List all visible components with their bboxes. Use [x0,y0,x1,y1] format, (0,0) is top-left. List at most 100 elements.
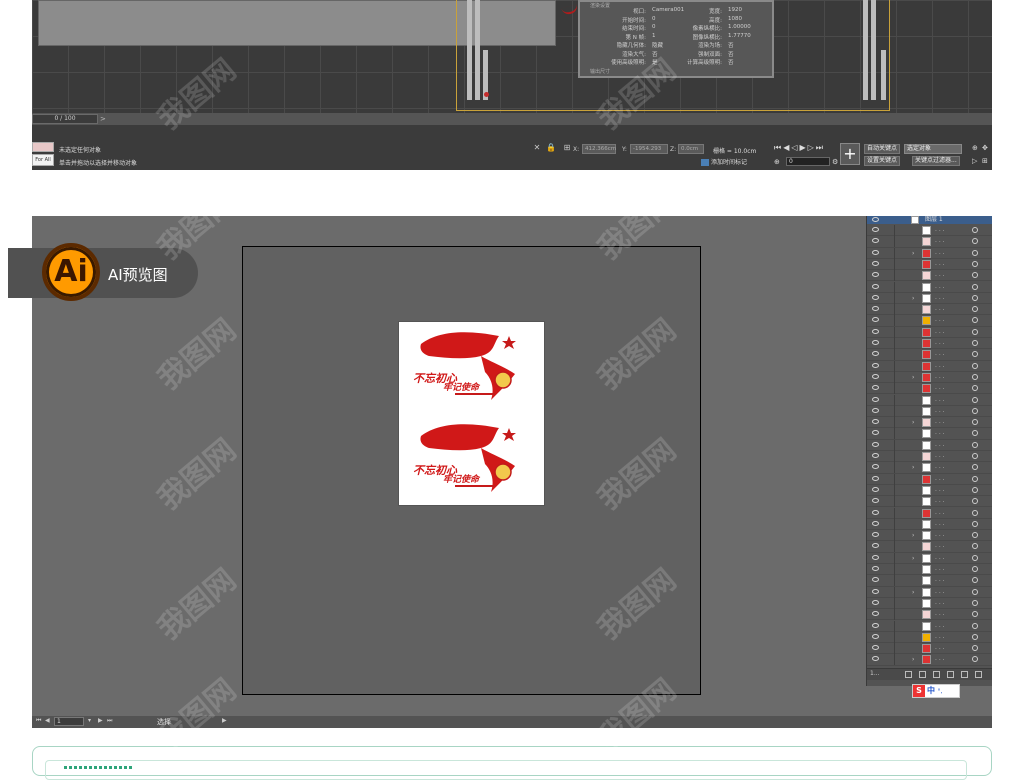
sublayer-row[interactable]: . . . [867,349,992,361]
ime-toolbar[interactable]: S中 °, [912,684,960,698]
lock-toggle[interactable] [894,225,895,236]
expand-arrow-icon[interactable]: › [912,417,914,428]
lock-toggle[interactable] [894,552,895,564]
expand-arrow-icon[interactable]: › [912,553,914,564]
sublayer-row[interactable]: › . . . [867,247,992,259]
target-icon[interactable] [972,385,978,392]
target-icon[interactable] [972,498,978,505]
x-coordinate-field[interactable]: 412.366cm [582,144,616,154]
target-icon[interactable] [972,407,978,414]
key-filters-button[interactable]: 关键点过滤器... [912,156,960,166]
lock-toggle[interactable] [894,541,895,553]
lock-toggle[interactable] [894,518,895,530]
new-sublayer-icon[interactable] [947,671,954,678]
lock-toggle[interactable] [894,597,895,609]
new-layer-icon[interactable] [961,671,968,678]
sublayer-row[interactable]: › . . . [867,586,992,598]
target-icon[interactable] [972,520,978,527]
target-icon[interactable] [972,328,978,335]
eye-icon[interactable] [872,453,879,458]
eye-icon[interactable] [872,532,879,538]
lock-toggle[interactable] [894,394,895,406]
poster-artwork[interactable]: 不忘初心 牢记使命 不忘初心 牢记使命 [398,321,545,506]
expand-arrow-icon[interactable]: › [912,293,914,304]
maxscript-listener-input[interactable] [32,142,54,152]
lock-toggle[interactable] [894,451,895,462]
target-icon[interactable] [972,475,978,482]
target-icon[interactable] [972,509,978,516]
sublayer-row[interactable]: . . . [867,338,992,350]
eye-icon[interactable] [872,362,879,368]
sublayer-row[interactable]: . . . [867,304,992,316]
eye-icon[interactable] [872,611,879,617]
y-coordinate-field[interactable]: -1954.293 [630,144,668,154]
sublayer-row[interactable]: . . . [867,326,992,338]
target-icon[interactable] [972,633,978,640]
zoom-icon[interactable]: ⊕ [972,144,978,152]
export-icon[interactable] [905,671,912,678]
eye-icon[interactable] [872,588,879,594]
set-key-big-button[interactable]: + [840,143,860,165]
lock-toggle[interactable] [894,417,895,429]
sublayer-row[interactable]: . . . [867,236,992,248]
target-icon[interactable] [972,419,978,426]
sublayer-row[interactable]: . . . [867,597,992,610]
eye-icon[interactable] [872,520,879,526]
sublayer-row[interactable]: . . . [867,620,992,632]
eye-icon[interactable] [872,294,879,300]
eye-icon[interactable] [872,645,879,651]
target-icon[interactable] [972,611,978,618]
sublayer-row[interactable]: . . . [867,631,992,644]
eye-icon[interactable] [872,475,879,481]
eye-icon[interactable] [872,407,879,413]
target-icon[interactable] [972,622,978,629]
lock-toggle[interactable] [894,507,895,519]
lock-toggle[interactable] [894,236,895,248]
time-slider[interactable]: 0 / 100 [32,114,98,124]
eye-icon[interactable] [872,306,879,312]
lock-toggle[interactable] [894,304,895,316]
set-key-button[interactable]: 设置关键点 [864,156,901,166]
sublayer-row[interactable]: . . . [867,496,992,508]
sublayer-row[interactable]: . . . [867,564,992,576]
delete-layer-icon[interactable] [975,671,982,678]
target-icon[interactable] [972,486,978,493]
target-icon[interactable] [972,577,978,584]
eye-icon[interactable] [872,543,879,549]
time-slider-next-icon[interactable]: > [100,114,110,124]
eye-icon[interactable] [872,656,879,662]
sublayer-row[interactable]: . . . [867,315,992,327]
sublayer-row[interactable]: . . . [867,225,992,237]
eye-icon[interactable] [872,419,879,425]
z-coordinate-field[interactable]: 0.0cm [678,144,704,154]
sublayer-row[interactable]: . . . [867,643,992,655]
lock-toggle[interactable] [894,405,895,417]
sublayer-row[interactable]: › . . . [867,654,992,666]
target-icon[interactable] [972,656,978,663]
pan-icon[interactable]: ✥ [982,144,988,152]
eye-icon[interactable] [872,396,879,402]
layer-1-row[interactable]: 图层 1 [867,216,992,224]
target-icon[interactable] [972,306,978,313]
lock-toggle[interactable] [894,530,895,542]
eye-icon[interactable] [872,260,879,266]
key-mode-icon[interactable]: ⊕ [774,158,780,166]
target-icon[interactable] [972,249,978,256]
eye-icon[interactable] [872,566,879,571]
eye-icon[interactable] [872,441,879,447]
sublayer-row[interactable]: . . . [867,518,992,531]
eye-icon[interactable] [872,283,879,289]
prev-artboard-icon[interactable]: ◀ [45,717,50,724]
eye-icon[interactable] [872,238,879,244]
eye-icon[interactable] [872,430,879,436]
eye-icon[interactable] [872,373,879,379]
lock-toggle[interactable] [894,564,895,575]
sublayer-row[interactable]: › . . . [867,552,992,564]
lock-toggle[interactable] [894,484,895,496]
target-icon[interactable] [972,227,978,233]
sublayer-row[interactable]: . . . [867,575,992,587]
isolate-icon[interactable]: ✕ [532,143,542,153]
eye-icon[interactable] [872,249,879,255]
lock-toggle[interactable] [894,586,895,598]
sublayer-row[interactable]: . . . [867,439,992,451]
